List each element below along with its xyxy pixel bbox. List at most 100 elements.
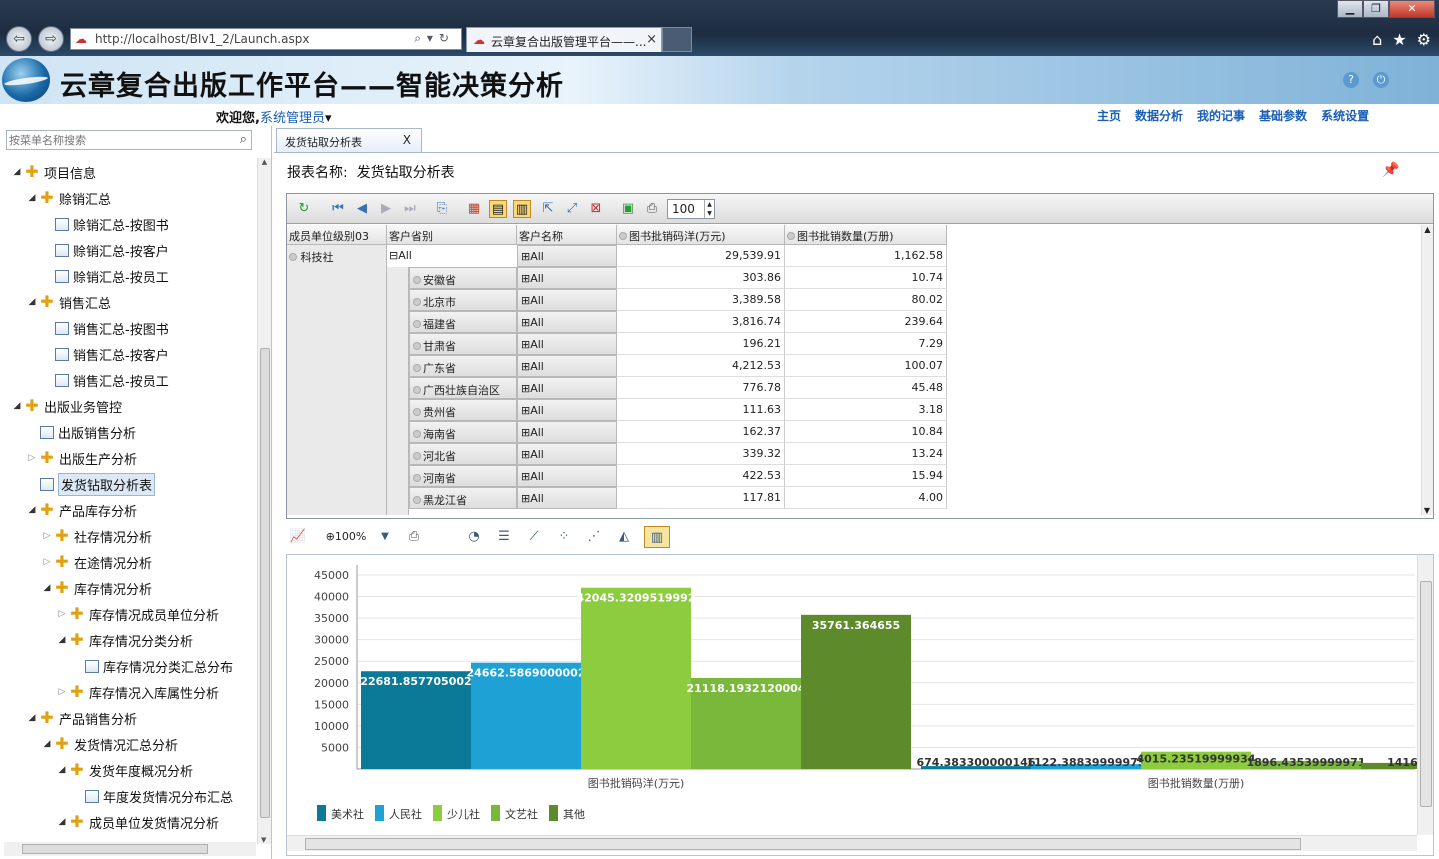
- expand-arrow-icon[interactable]: ▷: [55, 609, 69, 619]
- scroll-down-icon[interactable]: ▼: [261, 836, 266, 844]
- zoom-dropdown-icon[interactable]: ▼: [378, 526, 392, 548]
- tree-item[interactable]: 销售汇总-按客户: [40, 342, 169, 366]
- expand-arrow-icon[interactable]: ▷: [25, 453, 39, 463]
- copy-icon[interactable]: ⎘: [433, 200, 451, 218]
- search-icon[interactable]: ⌕: [240, 132, 247, 147]
- drill-icon[interactable]: ⇱: [539, 200, 557, 218]
- pivot-header-qty[interactable]: 图书批销数量(万册): [785, 225, 947, 245]
- sidebar-hscroll-thumb[interactable]: [22, 844, 208, 854]
- tree-item[interactable]: 赊销汇总-按图书: [40, 212, 169, 236]
- pivot-province-cell[interactable]: 河南省: [409, 465, 517, 487]
- home-icon[interactable]: ⌂: [1372, 30, 1382, 49]
- pivot-member-cell[interactable]: 科技社: [287, 245, 387, 515]
- hbar-chart-icon[interactable]: ☰: [492, 526, 516, 548]
- bar-chart-icon[interactable]: ▥: [644, 526, 670, 548]
- nav-home[interactable]: 主页: [1097, 107, 1121, 124]
- tree-item[interactable]: ◢ ✚ 产品销售分析: [25, 706, 137, 730]
- scroll-up-icon[interactable]: ▲: [258, 158, 271, 166]
- help-icon[interactable]: ?: [1343, 72, 1359, 88]
- print-icon[interactable]: ⎙: [643, 200, 661, 218]
- pivot-customer-cell[interactable]: ⊞All: [517, 267, 617, 289]
- nav-my-notes[interactable]: 我的记事: [1197, 107, 1245, 124]
- logout-icon[interactable]: ⏻: [1373, 72, 1389, 88]
- close-window-button[interactable]: ✕: [1389, 0, 1435, 18]
- tree-item[interactable]: 出版销售分析: [25, 420, 136, 444]
- pivot-customer-cell[interactable]: ⊞All: [517, 399, 617, 421]
- sidebar-scroll-thumb[interactable]: [260, 348, 270, 818]
- back-button[interactable]: ⇦: [6, 26, 32, 52]
- pivot-province-cell[interactable]: 广东省: [409, 355, 517, 377]
- collapse-arrow-icon[interactable]: ◢: [40, 583, 54, 593]
- collapse-arrow-icon[interactable]: ◢: [25, 713, 39, 723]
- expand-rows-icon[interactable]: ▤: [489, 200, 507, 218]
- search-refresh-icons[interactable]: ⌕▾↻: [414, 31, 455, 46]
- forward-button[interactable]: ⇨: [38, 26, 64, 52]
- page-size-spin-icon[interactable]: ▲ ▼: [704, 200, 714, 218]
- collapse-arrow-icon[interactable]: ◢: [55, 765, 69, 775]
- pivot-customer-cell[interactable]: ⊞All: [517, 421, 617, 443]
- tree-item[interactable]: 发货钻取分析表: [25, 472, 156, 496]
- page-size-stepper[interactable]: 100 ▲ ▼: [667, 199, 715, 219]
- scatter-chart-icon[interactable]: ⋰: [582, 526, 606, 548]
- line-chart-icon[interactable]: ⟋: [522, 526, 546, 548]
- tree-item[interactable]: ◢ ✚ 库存情况分类分析: [55, 628, 193, 652]
- nav-system-settings[interactable]: 系统设置: [1321, 107, 1369, 124]
- tree-item[interactable]: ◢ ✚ 出版业务管控: [10, 394, 122, 418]
- pivot-province-cell[interactable]: 北京市: [409, 289, 517, 311]
- tree-item[interactable]: 赊销汇总-按客户: [40, 238, 169, 262]
- tree-item[interactable]: 销售汇总-按图书: [40, 316, 169, 340]
- pivot-customer-cell[interactable]: ⊞All: [517, 355, 617, 377]
- tab-close-button[interactable]: X: [403, 133, 411, 147]
- pivot-province-cell[interactable]: 贵州省: [409, 399, 517, 421]
- next-page-icon[interactable]: ▶: [377, 200, 395, 218]
- bubble-chart-icon[interactable]: ⁘: [552, 526, 576, 548]
- browser-tab[interactable]: ☁ 云章复合出版管理平台——... ×: [466, 27, 662, 52]
- tree-item[interactable]: ▷ ✚ 社存情况分析: [40, 524, 152, 548]
- collapse-arrow-icon[interactable]: ◢: [55, 817, 69, 827]
- pivot-province-cell[interactable]: 福建省: [409, 311, 517, 333]
- nav-data-analysis[interactable]: 数据分析: [1135, 107, 1183, 124]
- first-page-icon[interactable]: ⏮: [329, 200, 347, 218]
- address-bar[interactable]: ☁ http://localhost/BIv1_2/Launch.aspx ⌕▾…: [70, 28, 462, 50]
- tree-item[interactable]: ▷ ✚ 库存情况成员单位分析: [55, 602, 219, 626]
- tree-item[interactable]: 赊销汇总-按员工: [40, 264, 169, 288]
- pivot-province-all[interactable]: ⊟All: [387, 245, 517, 267]
- minimize-button[interactable]: ▁: [1337, 0, 1363, 18]
- pivot-province-cell[interactable]: 广西壮族自治区: [409, 377, 517, 399]
- tree-item[interactable]: 销售汇总-按员工: [40, 368, 169, 392]
- expand-arrow-icon[interactable]: ▷: [40, 531, 54, 541]
- tree-item[interactable]: ◢ ✚ 发货年度概况分析: [55, 758, 193, 782]
- tree-item[interactable]: ◢ ✚ 库存情况分析: [40, 576, 152, 600]
- pivot-customer-cell[interactable]: ⊞All: [517, 377, 617, 399]
- pivot-customer-cell[interactable]: ⊞All: [517, 333, 617, 355]
- tree-item[interactable]: ▷ ✚ 库存情况入库属性分析: [55, 680, 219, 704]
- pivot-province-cell[interactable]: 甘肃省: [409, 333, 517, 355]
- nav-basic-params[interactable]: 基础参数: [1259, 107, 1307, 124]
- chart-bar[interactable]: [581, 587, 691, 769]
- pin-icon[interactable]: 📌: [1382, 162, 1399, 178]
- pivot-header-customer[interactable]: 客户名称: [517, 225, 617, 245]
- tree-item[interactable]: ◢ ✚ 销售汇总: [25, 290, 111, 314]
- chart-vertical-scrollbar[interactable]: [1417, 555, 1433, 835]
- refresh-icon[interactable]: ↻: [295, 200, 313, 218]
- favorites-star-icon[interactable]: ★: [1392, 30, 1406, 49]
- pivot-header-amount[interactable]: 图书批销码洋(万元): [617, 225, 785, 245]
- expand-arrow-icon[interactable]: ▷: [55, 687, 69, 697]
- menu-search-input[interactable]: [7, 131, 227, 149]
- chart-horizontal-scrollbar[interactable]: [287, 835, 1417, 851]
- pivot-province-cell[interactable]: 海南省: [409, 421, 517, 443]
- expand-cols-icon[interactable]: ▥: [513, 200, 531, 218]
- sidebar-horizontal-scrollbar[interactable]: [4, 842, 256, 856]
- pivot-customer-cell[interactable]: ⊞All: [517, 289, 617, 311]
- collapse-arrow-icon[interactable]: ◢: [10, 401, 24, 411]
- pivot-header-member[interactable]: 成员单位级别03: [287, 225, 387, 245]
- collapse-arrow-icon[interactable]: ◢: [25, 297, 39, 307]
- tab-report[interactable]: 发货钻取分析表 X: [276, 128, 422, 152]
- collapse-arrow-icon[interactable]: ◢: [10, 167, 24, 177]
- tree-item[interactable]: ◢ ✚ 发货情况汇总分析: [40, 732, 178, 756]
- user-dropdown-icon[interactable]: ▾: [325, 111, 332, 126]
- new-tab-button[interactable]: [662, 27, 692, 52]
- last-page-icon[interactable]: ⏭: [401, 200, 419, 218]
- export-excel-icon[interactable]: ▣: [619, 200, 637, 218]
- chart-vscroll-thumb[interactable]: [1420, 581, 1432, 807]
